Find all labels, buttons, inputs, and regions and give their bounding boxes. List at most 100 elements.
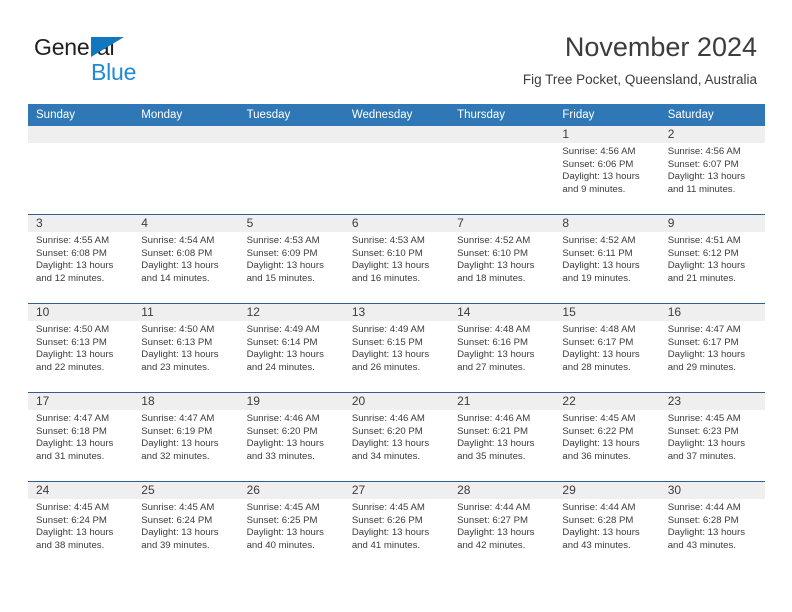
- calendar-day-cell[interactable]: 28 Sunrise: 4:44 AM Sunset: 6:27 PM Dayligh…: [449, 482, 555, 570]
- day-number: 3: [36, 216, 43, 230]
- day-number: 8: [562, 216, 570, 230]
- sunrise-text: Sunrise: 4:45 AM: [562, 413, 636, 424]
- calendar-day-cell[interactable]: 8 Sunrise: 4:52 AM Sunset: 6:11 PM Daylight…: [554, 215, 660, 303]
- sunrise-text: Sunrise: 4:47 AM: [141, 413, 215, 424]
- sunrise-text: Sunrise: 4:48 AM: [457, 324, 531, 335]
- calendar-day-cell[interactable]: 16 Sunrise: 4:47 AM Sunset: 6:17 PM Dayligh…: [659, 304, 765, 392]
- day-number-strip: 28: [449, 482, 555, 499]
- day-sun-info: Sunrise: 4:56 AM Sunset: 6:06 PM Daylight:…: [554, 143, 659, 196]
- day-number-strip: 11: [133, 304, 239, 321]
- calendar-day-cell[interactable]: 12 Sunrise: 4:49 AM Sunset: 6:14 PM Dayligh…: [238, 304, 344, 392]
- daylight-text: Daylight: 13 hours and 24 minutes.: [246, 349, 324, 373]
- day-number: 11: [141, 305, 154, 319]
- day-number-strip: 5: [238, 215, 344, 232]
- sunset-text: Sunset: 6:08 PM: [141, 247, 213, 259]
- sunrise-text: Sunrise: 4:50 AM: [141, 324, 215, 335]
- page-title: November 2024: [564, 32, 757, 62]
- calendar-day-cell[interactable]: 9 Sunrise: 4:51 AM Sunset: 6:12 PM Daylight…: [659, 215, 765, 303]
- calendar-day-cell[interactable]: 21 Sunrise: 4:46 AM Sunset: 6:21 PM Dayligh…: [449, 393, 555, 481]
- daylight-text: Daylight: 13 hours and 19 minutes.: [562, 260, 640, 284]
- calendar-day-cell[interactable]: 30 Sunrise: 4:44 AM Sunset: 6:28 PM Dayligh…: [659, 482, 765, 570]
- daylight-text: Daylight: 13 hours and 40 minutes.: [246, 527, 324, 551]
- calendar-day-cell[interactable]: 11 Sunrise: 4:50 AM Sunset: 6:13 PM Dayligh…: [133, 304, 239, 392]
- calendar-day-cell-empty: [343, 126, 450, 214]
- day-number: 23: [667, 394, 682, 408]
- day-sun-info: Sunrise: 4:45 AM Sunset: 6:24 PM Daylight:…: [28, 499, 133, 552]
- day-sun-info: Sunrise: 4:56 AM Sunset: 6:07 PM Daylight:…: [660, 143, 765, 196]
- sunset-text: Sunset: 6:19 PM: [141, 425, 213, 437]
- day-number-strip: 30: [659, 482, 765, 499]
- day-number-strip: 14: [449, 304, 555, 321]
- daylight-text: Daylight: 13 hours and 21 minutes.: [667, 260, 746, 284]
- daylight-text: Daylight: 13 hours and 42 minutes.: [457, 527, 535, 551]
- calendar-grid: Sunday Monday Tuesday Wednesday Thursday…: [28, 104, 765, 570]
- calendar-day-cell[interactable]: 26 Sunrise: 4:45 AM Sunset: 6:25 PM Dayligh…: [238, 482, 344, 570]
- day-number: 22: [562, 394, 576, 408]
- calendar-day-cell[interactable]: 14 Sunrise: 4:48 AM Sunset: 6:16 PM Dayligh…: [449, 304, 555, 392]
- calendar-day-cell[interactable]: 3 Sunrise: 4:55 AM Sunset: 6:08 PM Daylight…: [28, 215, 134, 303]
- day-number-strip: 13: [343, 304, 450, 321]
- calendar-day-cell[interactable]: 25 Sunrise: 4:45 AM Sunset: 6:24 PM Dayligh…: [133, 482, 239, 570]
- sunrise-text: Sunrise: 4:44 AM: [562, 502, 636, 513]
- calendar-day-cell-empty: [28, 126, 134, 214]
- daylight-text: Daylight: 13 hours and 26 minutes.: [351, 349, 430, 373]
- logo-top-row: General: [34, 34, 214, 60]
- calendar-weeks: 1 Sunrise: 4:56 AM Sunset: 6:06 PM Daylight…: [28, 126, 765, 570]
- sunset-text: Sunset: 6:10 PM: [351, 247, 423, 259]
- day-number-strip: 21: [449, 393, 555, 410]
- day-sun-info: Sunrise: 4:46 AM Sunset: 6:21 PM Daylight:…: [449, 410, 554, 463]
- calendar-day-cell[interactable]: 5 Sunrise: 4:53 AM Sunset: 6:09 PM Daylight…: [238, 215, 344, 303]
- day-number-strip: 29: [554, 482, 660, 499]
- day-number-strip: 20: [343, 393, 450, 410]
- day-number-strip: 17: [28, 393, 134, 410]
- calendar-week-row: 3 Sunrise: 4:55 AM Sunset: 6:08 PM Daylight…: [28, 214, 765, 303]
- day-sun-info: Sunrise: 4:50 AM Sunset: 6:13 PM Daylight:…: [28, 321, 133, 374]
- calendar-day-cell[interactable]: 6 Sunrise: 4:53 AM Sunset: 6:10 PM Daylight…: [343, 215, 450, 303]
- sunrise-text: Sunrise: 4:47 AM: [36, 413, 110, 424]
- calendar-day-cell[interactable]: 7 Sunrise: 4:52 AM Sunset: 6:10 PM Daylight…: [449, 215, 555, 303]
- sunrise-text: Sunrise: 4:50 AM: [36, 324, 110, 335]
- sunset-text: Sunset: 6:25 PM: [246, 514, 318, 526]
- day-number-strip: [343, 126, 450, 143]
- calendar-day-cell[interactable]: 22 Sunrise: 4:45 AM Sunset: 6:22 PM Dayligh…: [554, 393, 660, 481]
- calendar-day-cell[interactable]: 19 Sunrise: 4:46 AM Sunset: 6:20 PM Dayligh…: [238, 393, 344, 481]
- day-number-strip: [238, 126, 344, 143]
- calendar-day-cell[interactable]: 13 Sunrise: 4:49 AM Sunset: 6:15 PM Dayligh…: [343, 304, 450, 392]
- sunset-text: Sunset: 6:27 PM: [457, 514, 529, 526]
- sunrise-text: Sunrise: 4:52 AM: [457, 235, 531, 246]
- calendar-day-cell-empty: [133, 126, 239, 214]
- daylight-text: Daylight: 13 hours and 39 minutes.: [141, 527, 219, 551]
- day-sun-info: Sunrise: 4:48 AM Sunset: 6:16 PM Daylight:…: [449, 321, 554, 374]
- calendar-day-cell[interactable]: 29 Sunrise: 4:44 AM Sunset: 6:28 PM Dayligh…: [554, 482, 660, 570]
- day-number: 7: [457, 216, 464, 230]
- calendar-day-cell[interactable]: 2 Sunrise: 4:56 AM Sunset: 6:07 PM Daylight…: [659, 126, 765, 214]
- day-sun-info: Sunrise: 4:46 AM Sunset: 6:20 PM Daylight:…: [239, 410, 344, 463]
- sunrise-text: Sunrise: 4:49 AM: [246, 324, 320, 335]
- calendar-day-cell[interactable]: 20 Sunrise: 4:46 AM Sunset: 6:20 PM Dayligh…: [343, 393, 450, 481]
- day-number: 25: [141, 483, 155, 497]
- calendar-day-cell[interactable]: 27 Sunrise: 4:45 AM Sunset: 6:26 PM Dayligh…: [343, 482, 450, 570]
- day-sun-info: Sunrise: 4:45 AM Sunset: 6:25 PM Daylight:…: [239, 499, 344, 552]
- calendar-day-cell[interactable]: 17 Sunrise: 4:47 AM Sunset: 6:18 PM Dayligh…: [28, 393, 134, 481]
- day-number: 29: [562, 483, 576, 497]
- daylight-text: Daylight: 13 hours and 43 minutes.: [562, 527, 640, 551]
- sunrise-text: Sunrise: 4:56 AM: [562, 146, 636, 157]
- calendar-day-cell[interactable]: 10 Sunrise: 4:50 AM Sunset: 6:13 PM Dayligh…: [28, 304, 134, 392]
- calendar-day-cell[interactable]: 15 Sunrise: 4:48 AM Sunset: 6:17 PM Dayligh…: [554, 304, 660, 392]
- daylight-text: Daylight: 13 hours and 28 minutes.: [562, 349, 640, 373]
- calendar-day-cell[interactable]: 18 Sunrise: 4:47 AM Sunset: 6:19 PM Dayligh…: [133, 393, 239, 481]
- calendar-day-cell[interactable]: 24 Sunrise: 4:45 AM Sunset: 6:24 PM Dayligh…: [28, 482, 134, 570]
- calendar-day-cell[interactable]: 1 Sunrise: 4:56 AM Sunset: 6:06 PM Daylight…: [554, 126, 660, 214]
- day-number-strip: 18: [133, 393, 239, 410]
- sunrise-text: Sunrise: 4:51 AM: [667, 235, 741, 246]
- day-sun-info: Sunrise: 4:45 AM Sunset: 6:24 PM Daylight:…: [133, 499, 238, 552]
- day-sun-info: Sunrise: 4:46 AM Sunset: 6:20 PM Daylight:…: [344, 410, 449, 463]
- daylight-text: Daylight: 13 hours and 29 minutes.: [667, 349, 746, 373]
- day-sun-info: Sunrise: 4:45 AM Sunset: 6:26 PM Daylight:…: [344, 499, 449, 552]
- day-number-strip: 23: [659, 393, 765, 410]
- general-blue-logo[interactable]: General Blue: [34, 34, 214, 88]
- calendar-day-cell[interactable]: 23 Sunrise: 4:45 AM Sunset: 6:23 PM Dayligh…: [659, 393, 765, 481]
- daylight-text: Daylight: 13 hours and 43 minutes.: [667, 527, 746, 551]
- calendar-day-cell[interactable]: 4 Sunrise: 4:54 AM Sunset: 6:08 PM Daylight…: [133, 215, 239, 303]
- day-sun-info: Sunrise: 4:53 AM Sunset: 6:09 PM Daylight:…: [239, 232, 344, 285]
